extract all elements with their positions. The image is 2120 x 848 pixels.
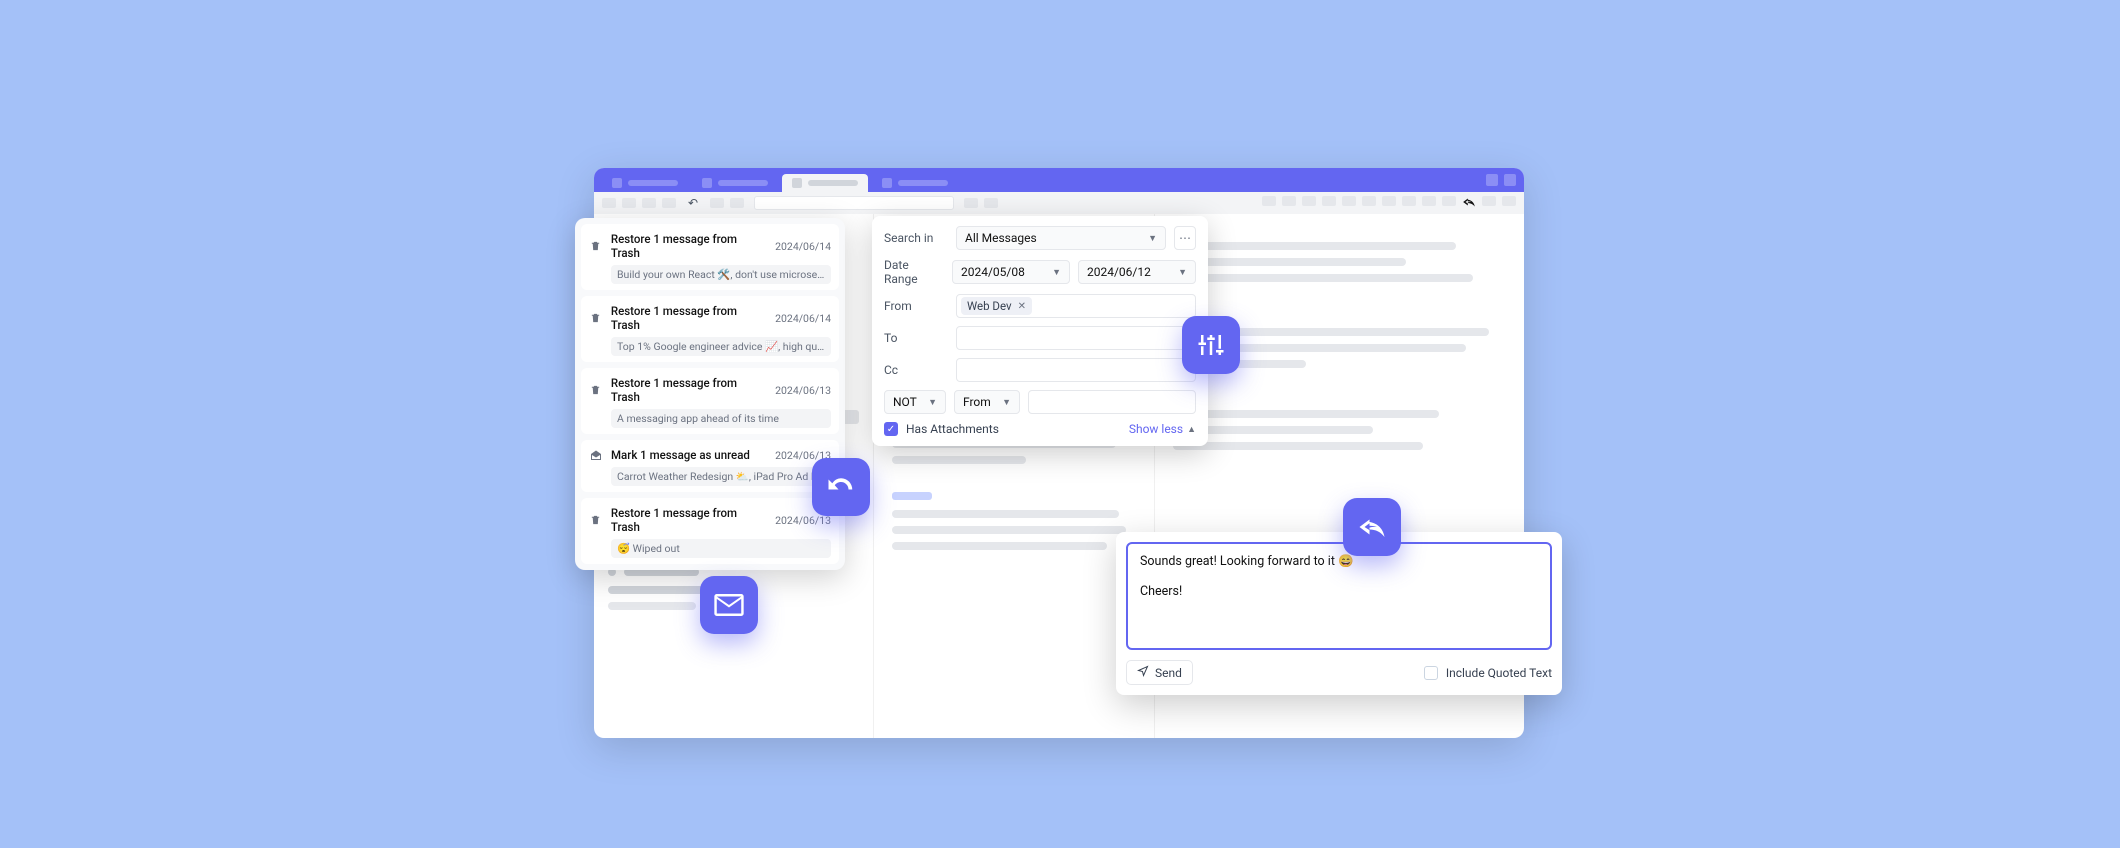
history-item-title: Restore 1 message from Trash [611,232,767,260]
mail-feature-tile [700,576,758,634]
history-item[interactable]: Restore 1 message from Trash 2024/06/14 … [581,224,839,290]
advanced-search-panel: Search in All Messages ▼ ⋯ Date Range 20… [872,216,1208,446]
reply-all-icon[interactable] [1462,196,1476,211]
titlebar [594,168,1524,192]
bool-field-value: From [963,395,991,409]
sliders-icon [1196,330,1226,360]
undo-arrow-icon [826,472,856,502]
history-item-date: 2024/06/13 [775,384,831,397]
date-range-label: Date Range [884,258,944,286]
to-field[interactable] [956,326,1196,350]
history-item-title: Restore 1 message from Trash [611,376,767,404]
show-less-toggle[interactable]: Show less ▲ [1129,422,1196,436]
cc-field[interactable] [956,358,1196,382]
tab-strip [602,168,1478,192]
checkbox-empty-icon [1424,666,1438,680]
toolbar-search[interactable] [754,196,954,210]
history-item[interactable]: Restore 1 message from Trash 2024/06/13 … [581,368,839,434]
trash-icon [589,240,603,252]
bool-field-select[interactable]: From ▼ [954,390,1020,414]
remove-chip-icon[interactable]: ✕ [1018,301,1026,312]
has-attachments-label: Has Attachments [906,422,999,436]
tab-2[interactable] [692,174,778,192]
history-item-title: Restore 1 message from Trash [611,506,767,534]
more-options-button[interactable]: ⋯ [1174,226,1196,250]
window-minimize[interactable] [1486,174,1498,186]
show-less-label: Show less [1129,422,1183,436]
tab-4[interactable] [872,174,958,192]
search-in-label: Search in [884,231,948,245]
history-item-title: Mark 1 message as unread [611,448,750,462]
history-item-subject: 😴 Wiped out [611,539,831,558]
reply-all-icon [1357,512,1387,542]
trash-icon [589,514,603,526]
include-quoted-label: Include Quoted Text [1446,666,1552,680]
history-item-date: 2024/06/14 [775,312,831,325]
search-in-value: All Messages [965,231,1037,245]
bool-op-select[interactable]: NOT ▼ [884,390,946,414]
checkbox-checked-icon: ✓ [884,422,898,436]
chevron-down-icon: ▼ [1052,267,1061,278]
history-item-subject: Top 1% Google engineer advice 📈, high qu… [611,337,831,356]
sliders-feature-tile [1182,316,1240,374]
mail-open-icon [589,450,603,461]
to-label: To [884,331,948,345]
history-item-title: Restore 1 message from Trash [611,304,767,332]
from-field[interactable]: Web Dev ✕ [956,294,1196,318]
has-attachments-checkbox[interactable]: ✓ Has Attachments [884,422,999,436]
date-from-select[interactable]: 2024/05/08 ▼ [952,260,1070,284]
history-item-subject: A messaging app ahead of its time [611,409,831,428]
bool-op-value: NOT [893,395,917,409]
history-item-date: 2024/06/14 [775,240,831,253]
toolbar: ↶ [594,192,1524,214]
bool-value-field[interactable] [1028,390,1196,414]
undo-history-popover: Restore 1 message from Trash 2024/06/14 … [575,218,845,570]
history-item-subject: Build your own React 🛠️, don't use micro… [611,265,831,284]
send-button[interactable]: Send [1126,660,1193,685]
from-chip[interactable]: Web Dev ✕ [961,297,1032,315]
history-item[interactable]: Restore 1 message from Trash 2024/06/13 … [581,498,839,564]
undo-icon[interactable]: ↶ [686,196,700,210]
from-label: From [884,299,948,313]
chevron-down-icon: ▼ [1148,233,1157,244]
search-in-select[interactable]: All Messages ▼ [956,226,1166,250]
chevron-down-icon: ▼ [928,397,937,408]
quick-reply-panel: Sounds great! Looking forward to it 😄 Ch… [1116,532,1562,695]
send-icon [1137,665,1149,680]
mail-icon [714,594,744,616]
chevron-up-icon: ▲ [1187,424,1196,435]
date-from-value: 2024/05/08 [961,265,1025,279]
date-to-value: 2024/06/12 [1087,265,1151,279]
history-item-subject: Carrot Weather Redesign ⛅, iPad Pro Ad R… [611,467,831,486]
window-maximize[interactable] [1504,174,1516,186]
reply-textarea[interactable]: Sounds great! Looking forward to it 😄 Ch… [1126,542,1552,650]
include-quoted-checkbox[interactable]: Include Quoted Text [1424,666,1552,680]
history-item[interactable]: Mark 1 message as unread 2024/06/13 Carr… [581,440,839,492]
history-item[interactable]: Restore 1 message from Trash 2024/06/14 … [581,296,839,362]
chevron-down-icon: ▼ [1002,397,1011,408]
reply-all-feature-tile [1343,498,1401,556]
tab-1[interactable] [602,174,688,192]
send-label: Send [1155,666,1182,680]
cc-label: Cc [884,363,948,377]
chevron-down-icon: ▼ [1178,267,1187,278]
trash-icon [589,312,603,324]
from-chip-label: Web Dev [967,299,1012,313]
trash-icon [589,384,603,396]
window-controls [1486,174,1516,186]
date-to-select[interactable]: 2024/06/12 ▼ [1078,260,1196,284]
undo-feature-tile [812,458,870,516]
tab-3-active[interactable] [782,174,868,192]
